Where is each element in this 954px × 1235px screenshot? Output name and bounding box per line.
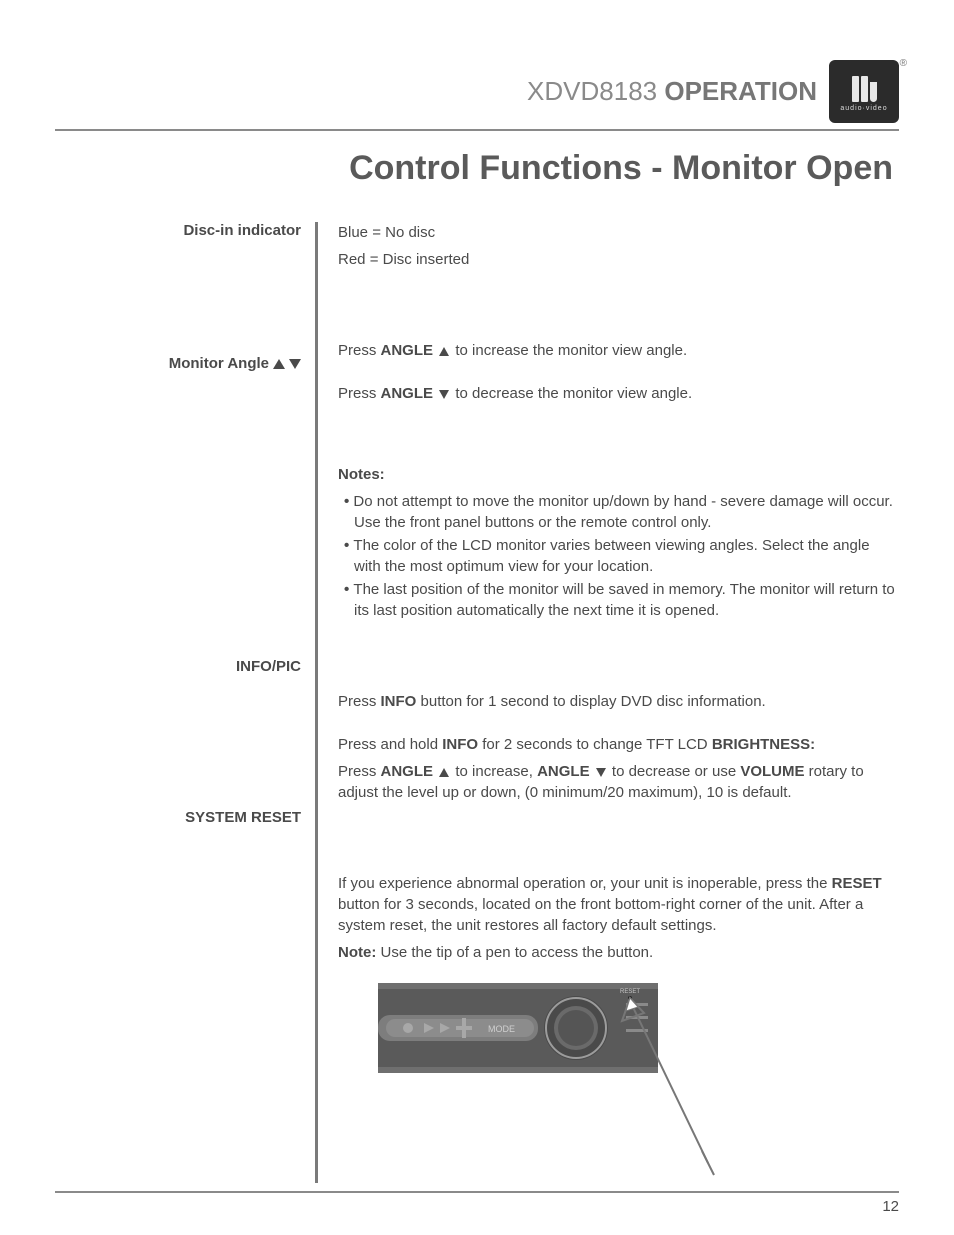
- info-line3: Press ANGLE to increase, ANGLE to decrea…: [338, 761, 899, 803]
- logo-bars-icon: [852, 72, 877, 102]
- logo-subtext: audio·video: [840, 105, 887, 112]
- svg-text:MODE: MODE: [488, 1024, 515, 1034]
- note-item: The color of the LCD monitor varies betw…: [338, 535, 899, 577]
- disc-in-section: Blue = No disc Red = Disc inserted: [338, 222, 899, 270]
- note-item: The last position of the monitor will be…: [338, 579, 899, 621]
- triangle-up-icon: [439, 768, 449, 777]
- operation-label: OPERATION: [664, 76, 817, 106]
- descriptions-column: Blue = No disc Red = Disc inserted Press…: [338, 222, 899, 1183]
- registered-mark-icon: ®: [900, 58, 907, 69]
- angle-increase: Press ANGLE to increase the monitor view…: [338, 340, 899, 361]
- disc-in-blue: Blue = No disc: [338, 222, 899, 243]
- label-system-reset: SYSTEM RESET: [55, 809, 301, 826]
- model-number: XDVD8183: [527, 76, 657, 106]
- section-title: Control Functions - Monitor Open: [55, 149, 899, 188]
- vertical-divider: [315, 222, 318, 1183]
- reset-diagram-icon: MODE RESET: [378, 983, 718, 1183]
- disc-in-red: Red = Disc inserted: [338, 249, 899, 270]
- info-line2: Press and hold INFO for 2 seconds to cha…: [338, 734, 899, 755]
- info-line1: Press INFO button for 1 second to displa…: [338, 691, 899, 712]
- footer-divider: [55, 1191, 899, 1193]
- label-monitor-angle: Monitor Angle: [55, 355, 301, 372]
- notes-block: Notes: Do not attempt to move the monito…: [338, 464, 899, 621]
- device-illustration: MODE RESET: [378, 983, 718, 1183]
- label-info-pic: INFO/PIC: [55, 658, 301, 675]
- reset-text: If you experience abnormal operation or,…: [338, 873, 899, 936]
- header-divider: [55, 129, 899, 131]
- notes-heading: Notes:: [338, 466, 385, 483]
- labels-column: Disc-in indicator Monitor Angle INFO/PIC…: [55, 222, 315, 1183]
- info-pic-section: Press INFO button for 1 second to displa…: [338, 691, 899, 803]
- page-number: 12: [882, 1198, 899, 1215]
- content-area: Disc-in indicator Monitor Angle INFO/PIC…: [55, 222, 899, 1183]
- page-header: XDVD8183 OPERATION ® audio·video: [55, 60, 899, 123]
- angle-decrease: Press ANGLE to decrease the monitor view…: [338, 383, 899, 404]
- triangle-up-icon: [273, 359, 285, 369]
- reset-note: Note: Use the tip of a pen to access the…: [338, 942, 899, 963]
- monitor-angle-section: Press ANGLE to increase the monitor view…: [338, 340, 899, 621]
- triangle-down-icon: [289, 359, 301, 369]
- header-title: XDVD8183 OPERATION: [527, 76, 817, 107]
- system-reset-section: If you experience abnormal operation or,…: [338, 873, 899, 1183]
- triangle-up-icon: [439, 347, 449, 356]
- triangle-down-icon: [596, 768, 606, 777]
- svg-text:RESET: RESET: [620, 989, 640, 995]
- label-disc-in: Disc-in indicator: [55, 222, 301, 239]
- note-item: Do not attempt to move the monitor up/do…: [338, 491, 899, 533]
- brand-logo: ® audio·video: [829, 60, 899, 123]
- triangle-down-icon: [439, 390, 449, 399]
